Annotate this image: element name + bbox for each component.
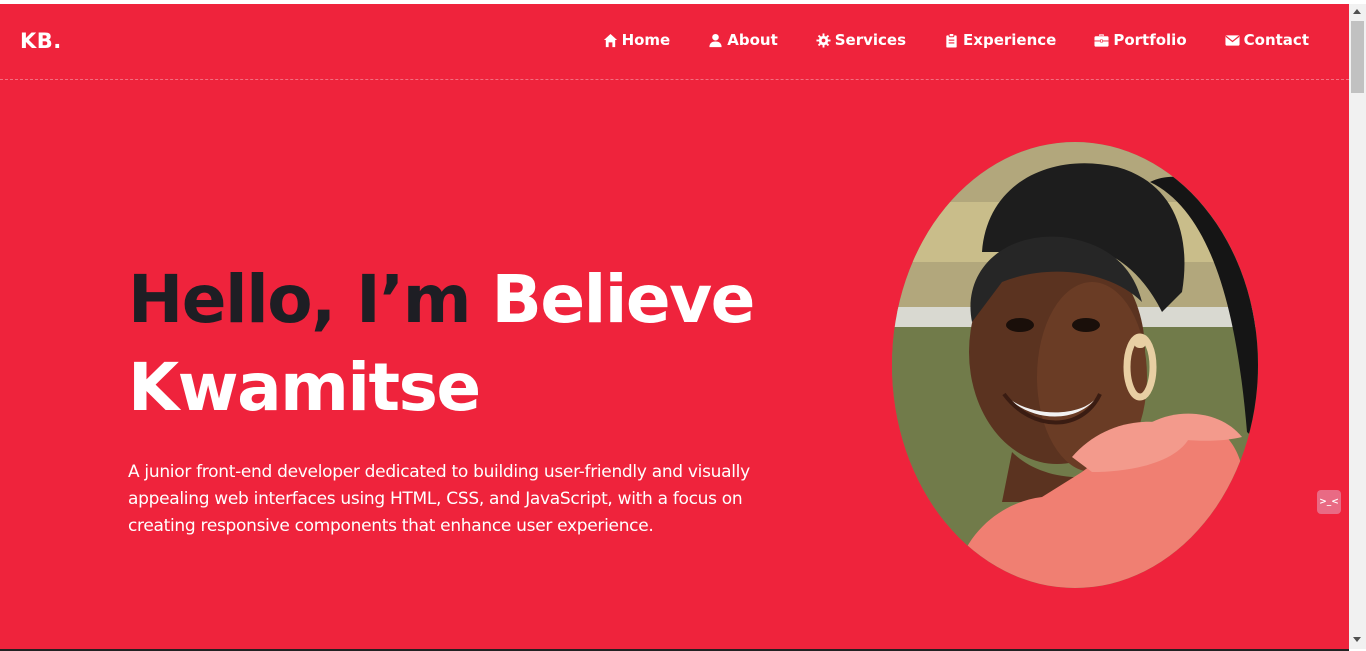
nav-item-home[interactable]: Home — [603, 31, 671, 49]
nav-item-experience[interactable]: Experience — [944, 31, 1056, 49]
nav-label-portfolio: Portfolio — [1113, 31, 1187, 49]
hero-heading: Hello, I’m Believe Kwamitse — [128, 256, 756, 432]
nav-label-home: Home — [621, 31, 671, 49]
nav-menu: Home About Services Experience Portfolio… — [603, 31, 1309, 49]
nav-label-contact: Contact — [1243, 31, 1309, 49]
nav-label-about: About — [727, 31, 778, 49]
envelope-icon — [1225, 33, 1240, 48]
scroll-up-icon[interactable] — [1353, 9, 1361, 14]
navbar: KB. Home About Services Experience Portf… — [0, 4, 1349, 80]
profile-photo — [892, 142, 1258, 588]
clipboard-icon — [944, 32, 959, 48]
home-icon — [603, 33, 618, 48]
hero-first-name: Believe — [491, 261, 756, 338]
vertical-scrollbar[interactable] — [1349, 4, 1366, 649]
nav-label-experience: Experience — [963, 31, 1057, 49]
scroll-down-icon[interactable] — [1353, 637, 1361, 642]
nav-label-services: Services — [834, 31, 907, 49]
hero-page: KB. Home About Services Experience Portf… — [0, 4, 1349, 649]
nav-item-contact[interactable]: Contact — [1225, 31, 1309, 49]
hero-description: A junior front-end developer dedicated t… — [128, 462, 750, 536]
portrait-illustration — [892, 142, 1258, 588]
nav-item-about[interactable]: About — [708, 31, 778, 49]
site-logo[interactable]: KB. — [20, 29, 62, 53]
nav-item-portfolio[interactable]: Portfolio — [1094, 31, 1187, 49]
briefcase-icon — [1094, 33, 1109, 48]
code-widget-button[interactable]: >_< — [1317, 490, 1341, 514]
hero-last-name: Kwamitse — [128, 349, 481, 426]
code-widget-icon: >_< — [1319, 497, 1339, 507]
scrollbar-thumb[interactable] — [1351, 21, 1364, 93]
hero-greeting: Hello, I’m — [128, 261, 472, 338]
user-icon — [708, 33, 723, 48]
cog-icon — [816, 32, 831, 48]
nav-item-services[interactable]: Services — [816, 31, 906, 49]
